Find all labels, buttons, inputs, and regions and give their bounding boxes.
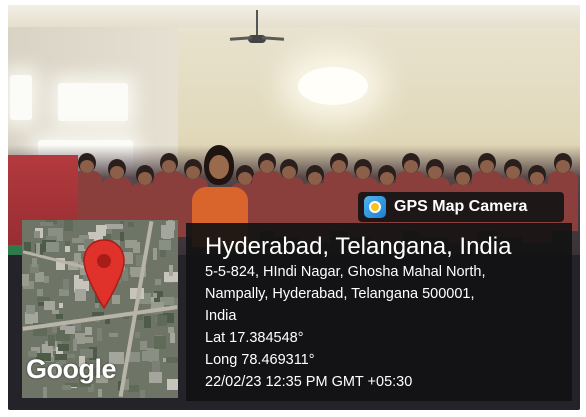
map-building [52,310,59,314]
map-building [44,301,55,310]
map-building [59,303,63,308]
map-building [62,385,71,390]
map-pin-icon [83,239,125,310]
map-building [36,243,40,254]
map-building [157,315,167,326]
ceiling-light [298,67,368,105]
map-building [166,221,175,230]
map-building [56,314,63,319]
map-building [58,344,69,351]
ceiling [8,5,580,27]
map-building [159,240,171,250]
map-building [128,385,139,392]
google-logo: Google [26,354,117,384]
map-building [168,327,174,333]
map-building [22,274,29,286]
map-building [170,333,175,343]
map-building [97,328,102,341]
map-building [135,332,140,338]
map-building [26,305,35,314]
gps-app-badge: GPS Map Camera [358,192,564,222]
map-building [48,335,55,346]
map-building [128,222,134,227]
map-building [60,326,65,330]
map-building [140,341,147,350]
map-building [112,224,123,229]
window [58,83,128,121]
map-building [98,389,102,397]
map-building [142,351,155,361]
map-building [152,361,160,372]
map-building [32,258,37,267]
map-building [35,272,44,282]
map-building [65,326,75,334]
city-line: Hyderabad, Telangana, India [205,233,512,260]
camera-lens-icon [369,201,381,213]
satellite-map-thumbnail: Google [22,220,178,398]
address-line-3: India [205,308,237,324]
map-building [153,293,157,298]
map-building [73,339,77,351]
map-building [109,333,118,337]
timestamp: 22/02/23 12:35 PM GMT +05:30 [205,374,413,390]
map-building [43,387,47,398]
map-building [34,231,40,238]
map-building [169,265,173,276]
gps-map-camera-app-icon [364,196,386,218]
map-building [144,316,151,328]
map-building [44,276,49,283]
location-info-panel: Hyderabad, Telangana, India 5-5-824, HIn… [186,223,572,401]
map-building [96,225,106,236]
map-building [42,349,50,353]
map-building [24,242,31,251]
map-building [166,357,178,363]
address-line-1: 5-5-824, HIndi Nagar, Ghosha Mahal North… [205,264,486,280]
map-building [65,246,70,252]
map-building [140,390,145,398]
map-building [154,336,166,349]
map-building [74,253,81,262]
address-line-2: Nampally, Hyderabad, Telangana 500001, [205,286,475,302]
gps-app-name: GPS Map Camera [394,198,528,215]
map-building [46,242,59,252]
map-building [85,327,92,335]
map-building [63,279,69,290]
map-building [155,279,161,285]
map-building [149,372,162,383]
map-building [37,289,43,296]
window [10,75,32,120]
map-building [167,379,178,390]
map-building [52,326,57,333]
map-building [153,248,157,260]
latitude: Lat 17.384548° [205,330,304,346]
map-building [59,289,69,296]
longitude: Long 78.469311° [205,352,315,368]
map-building [125,240,137,248]
map-building [64,220,73,231]
map-building [40,222,53,226]
teacher-face [209,155,229,179]
ceiling-fan-rod [256,10,258,38]
